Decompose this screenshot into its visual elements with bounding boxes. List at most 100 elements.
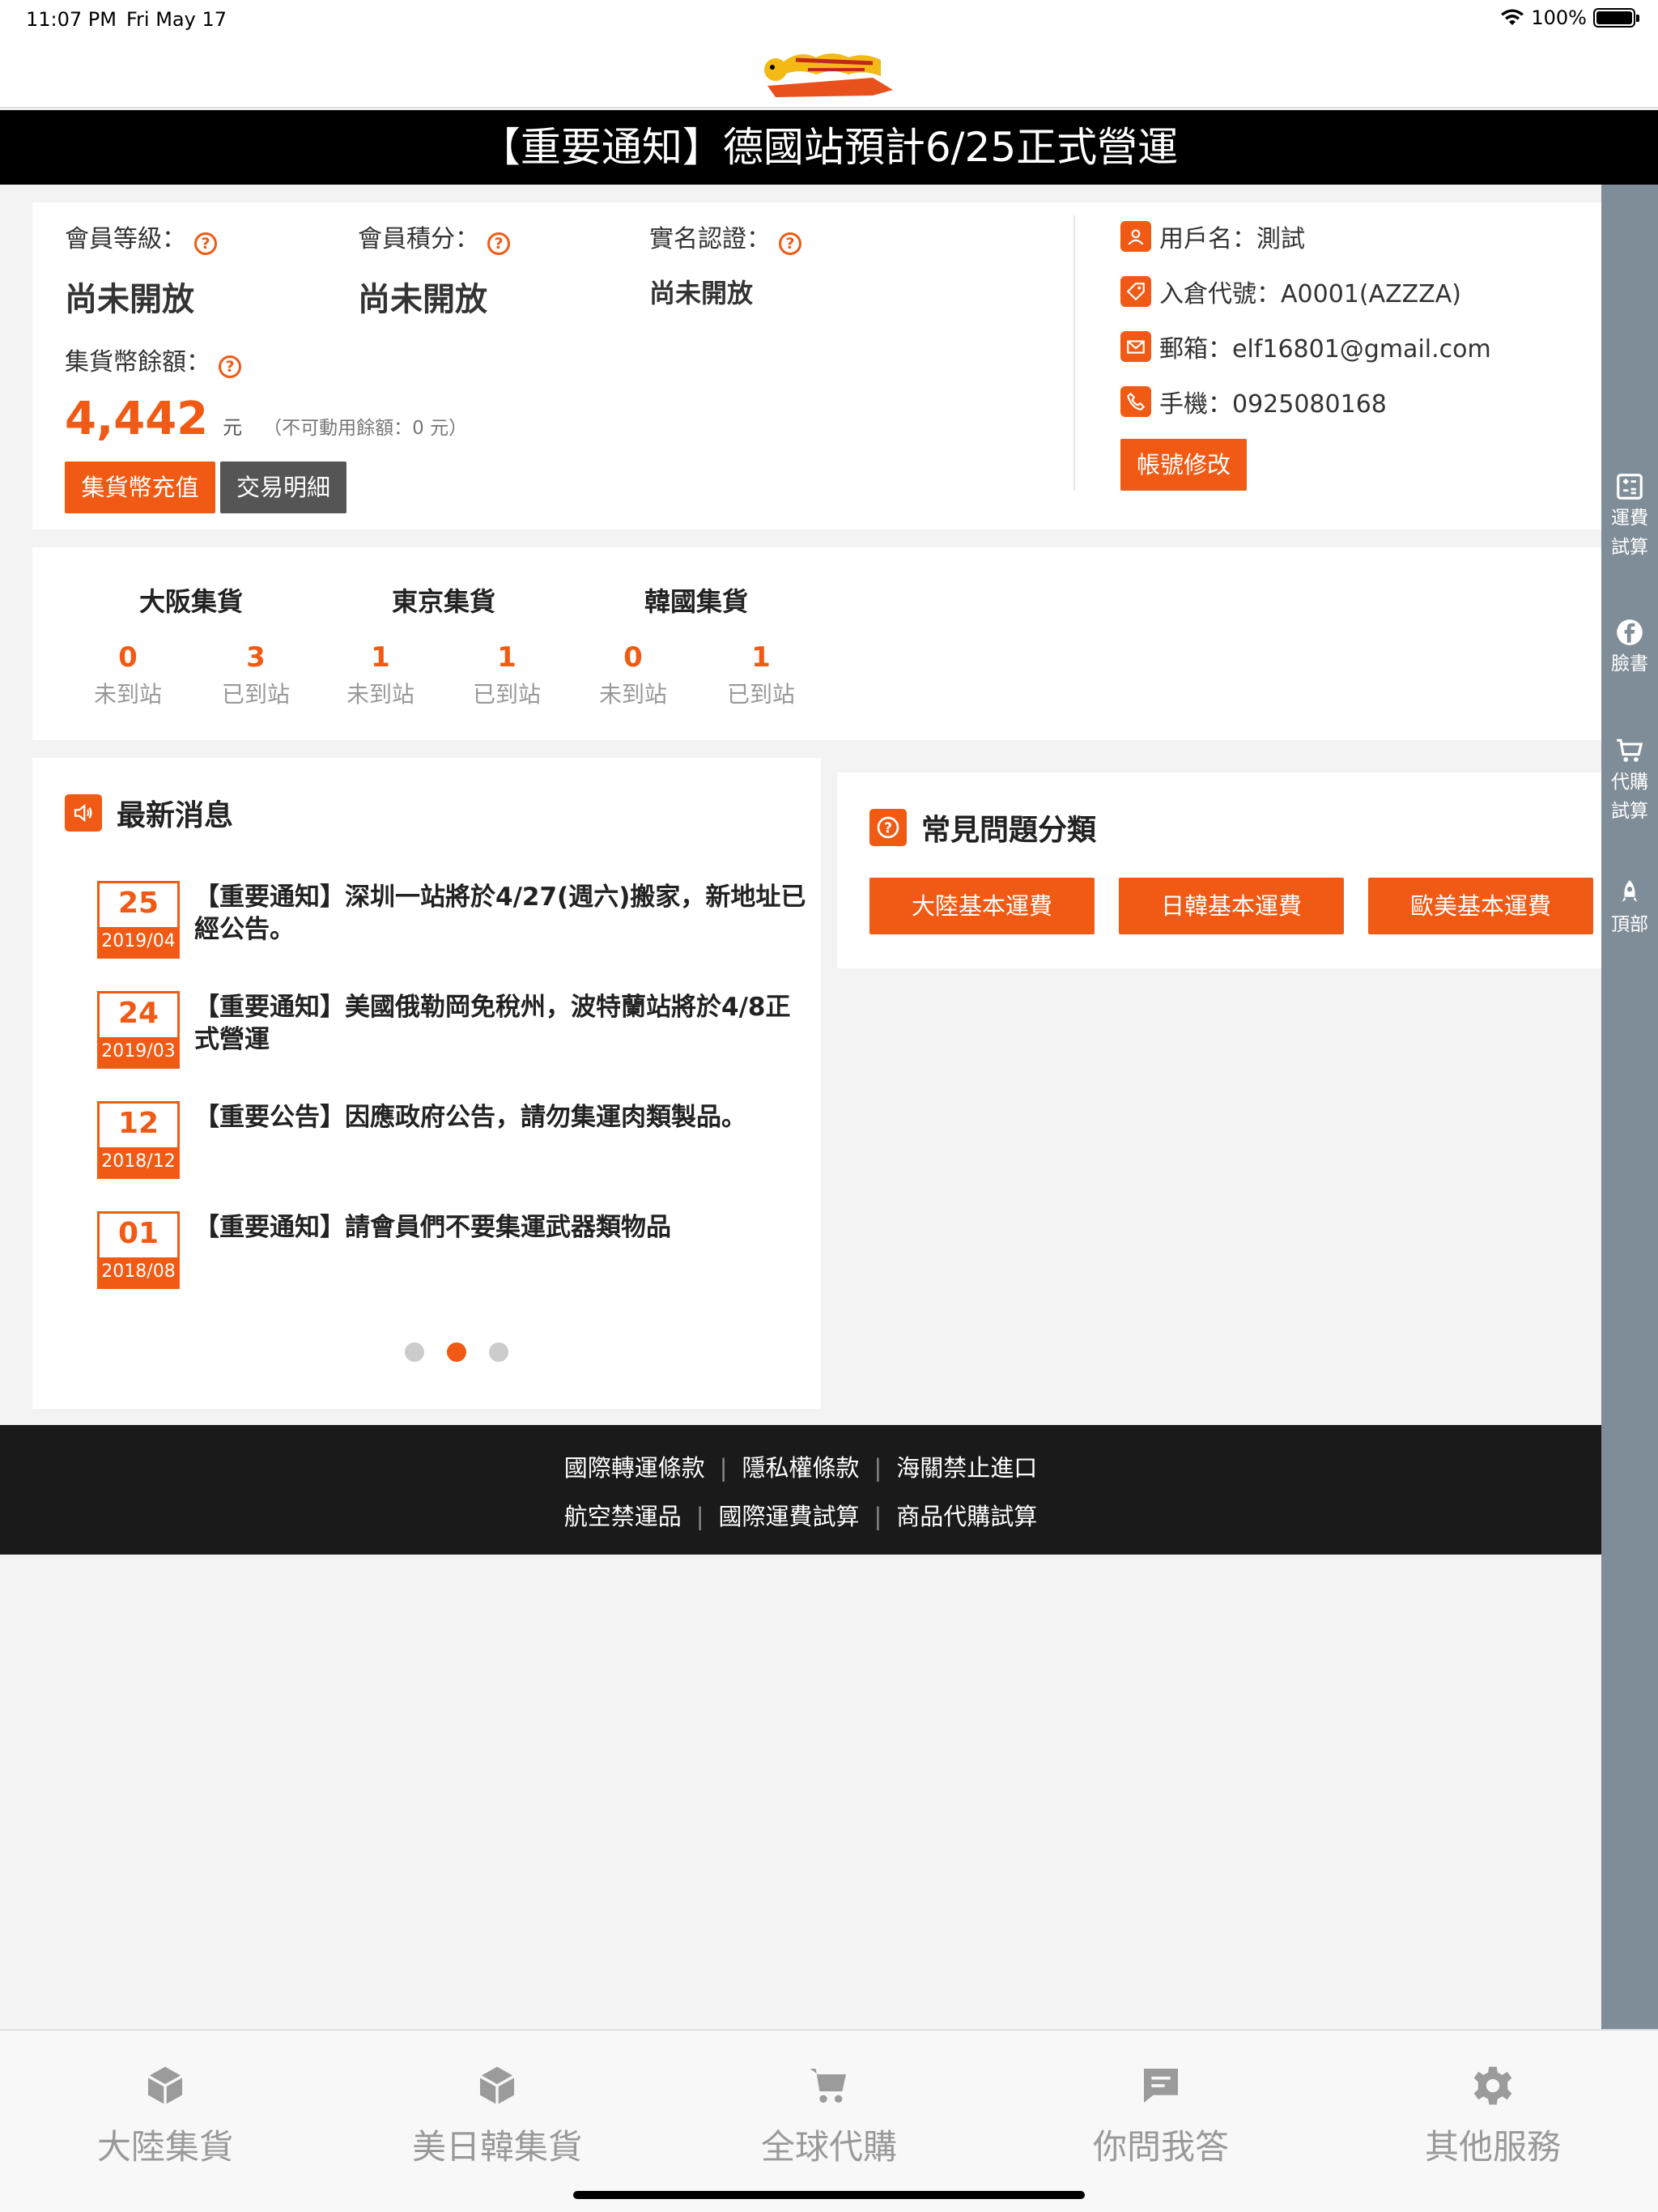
- phone-text: 手機：0925080168: [1159, 390, 1387, 419]
- news-text[interactable]: 【重要通知】深圳一站將於4/27(週六)搬家，新地址已經公告。: [194, 881, 810, 946]
- help-icon[interactable]: ?: [194, 232, 217, 255]
- speaker-icon: [65, 794, 102, 832]
- question-icon: ?: [869, 809, 907, 846]
- tab-qa[interactable]: 你問我答: [1039, 2063, 1282, 2169]
- status-date: Fri May 17: [126, 8, 227, 31]
- help-icon[interactable]: ?: [219, 355, 241, 378]
- news-panel: 最新消息 25 2019/04 【重要通知】深圳一站將於4/27(週六)搬家，新地…: [32, 758, 821, 1409]
- footer-link[interactable]: 國際運費試算: [718, 1503, 859, 1530]
- carousel-dot[interactable]: [489, 1342, 508, 1362]
- footer-link[interactable]: 海關禁止進口: [896, 1454, 1037, 1482]
- station-count[interactable]: 1: [712, 641, 810, 674]
- topup-button[interactable]: 集貨幣充值: [65, 462, 215, 513]
- brand-logo[interactable]: [751, 45, 905, 102]
- phone-row: 手機：0925080168: [1120, 384, 1387, 419]
- station-count[interactable]: 1: [458, 641, 555, 674]
- news-day: 12: [117, 1107, 159, 1140]
- news-ym: 2018/08: [100, 1257, 177, 1287]
- logo-bar: [0, 39, 1658, 108]
- tab-mainland-consolidation[interactable]: 大陸集貨: [44, 2063, 287, 2169]
- station-status-label: 已到站: [221, 681, 290, 708]
- calculator-icon: [1617, 474, 1643, 500]
- help-icon[interactable]: ?: [487, 232, 510, 255]
- battery-icon: [1593, 8, 1639, 28]
- footer: 國際轉運條款 | 隱私權條款 | 海關禁止進口 航空禁運品 | 國際運費試算 | 商品代購試算: [0, 1425, 1601, 1555]
- news-date: 25 2019/04: [97, 881, 180, 959]
- news-title-text: 最新消息: [117, 799, 234, 832]
- footer-link[interactable]: 航空禁運品: [564, 1503, 682, 1530]
- rail-item-top[interactable]: 頂部: [1601, 878, 1658, 939]
- rail-label: 試算: [1611, 801, 1648, 822]
- news-day: 24: [117, 997, 159, 1030]
- tab-label: 你問我答: [1092, 2127, 1229, 2167]
- cart-icon: [1617, 738, 1643, 762]
- gear-icon: [1473, 2066, 1512, 2105]
- footer-links-row-2: 航空禁運品 | 國際運費試算 | 商品代購試算: [563, 1503, 1038, 1530]
- station-status-label: 未到站: [598, 681, 667, 708]
- footer-link[interactable]: 隱私權條款: [742, 1454, 859, 1482]
- news-text[interactable]: 【重要通知】請會員們不要集運武器類物品: [194, 1211, 810, 1244]
- station-count[interactable]: 0: [79, 641, 176, 674]
- station-count[interactable]: 0: [585, 641, 682, 674]
- faq-title: ? 常見問題分類: [869, 806, 1096, 849]
- faq-button-europe-us[interactable]: 歐美基本運費: [1368, 878, 1593, 934]
- news-text[interactable]: 【重要公告】因應政府公告，請勿集運肉類製品。: [194, 1101, 810, 1134]
- news-day: 01: [117, 1217, 159, 1250]
- tab-label: 其他服務: [1424, 2127, 1561, 2167]
- news-title: 最新消息: [65, 792, 233, 834]
- station-status-label: 已到站: [472, 681, 541, 708]
- tab-us-jp-kr-consolidation[interactable]: 美日韓集貨: [376, 2063, 619, 2169]
- news-item[interactable]: 12 2018/12 【重要公告】因應政府公告，請勿集運肉類製品。: [97, 1101, 810, 1179]
- edit-account-button[interactable]: 帳號修改: [1120, 439, 1247, 491]
- station-status-label: 已到站: [726, 681, 795, 708]
- stations-panel: 大阪集貨 東京集貨 韓國集貨 0 3 1 1 0 1 未到站 已到站 未到站 已…: [32, 547, 1601, 740]
- tab-other-services[interactable]: 其他服務: [1371, 2063, 1614, 2169]
- station-count[interactable]: 3: [207, 641, 304, 674]
- member-verify-label: 實名認證：: [649, 225, 771, 253]
- rail-label: 代購: [1611, 772, 1648, 793]
- member-panel: 會員等級：? 尚未開放 會員積分：? 尚未開放 實名認證：? 尚未開放 集貨幣餘…: [32, 202, 1601, 530]
- news-item[interactable]: 01 2018/08 【重要通知】請會員們不要集運武器類物品: [97, 1211, 810, 1289]
- news-date: 12 2018/12: [97, 1101, 180, 1179]
- help-icon[interactable]: ?: [779, 232, 801, 255]
- rail-item-purchase-calc[interactable]: 代購 試算: [1601, 735, 1658, 826]
- balance-label: 集貨幣餘額：: [65, 348, 210, 376]
- wifi-icon: [1501, 9, 1524, 25]
- member-points-value: 尚未開放: [358, 280, 487, 318]
- rail-item-facebook[interactable]: 臉書: [1601, 617, 1658, 678]
- faq-button-japan-korea[interactable]: 日韓基本運費: [1119, 878, 1344, 934]
- mail-icon: [1120, 331, 1151, 362]
- tag-icon: [1120, 276, 1151, 307]
- rail-item-shipping-calc[interactable]: 運費 試算: [1601, 471, 1658, 562]
- divider: [1073, 215, 1075, 491]
- member-verify: 實名認證：? 尚未開放: [649, 219, 801, 310]
- carousel-dot-active[interactable]: [447, 1342, 466, 1362]
- faq-button-mainland[interactable]: 大陸基本運費: [869, 878, 1095, 934]
- footer-link[interactable]: 商品代購試算: [896, 1503, 1037, 1530]
- cart-icon: [810, 2069, 846, 2103]
- tab-label: 全球代購: [760, 2127, 897, 2167]
- tab-global-purchase[interactable]: 全球代購: [708, 2063, 950, 2169]
- carousel-dot[interactable]: [405, 1342, 424, 1362]
- notice-banner[interactable]: 【重要通知】德國站預計6/25正式營運: [0, 110, 1658, 185]
- news-text[interactable]: 【重要通知】美國俄勒岡免稅州，波特蘭站將於4/8正式營運: [194, 991, 810, 1056]
- member-verify-value: 尚未開放: [649, 277, 754, 308]
- member-level: 會員等級：? 尚未開放: [65, 219, 217, 320]
- news-item[interactable]: 25 2019/04 【重要通知】深圳一站將於4/27(週六)搬家，新地址已經公告…: [97, 881, 810, 959]
- transactions-button[interactable]: 交易明細: [220, 462, 346, 513]
- footer-link[interactable]: 國際轉運條款: [564, 1454, 705, 1482]
- news-date: 24 2019/03: [97, 991, 180, 1069]
- station-title: 韓國集貨: [644, 586, 748, 617]
- email-row: 郵箱：elf16801@gmail.com: [1120, 329, 1491, 364]
- email-text: 郵箱：elf16801@gmail.com: [1159, 335, 1491, 364]
- rail-label: 頂部: [1611, 914, 1648, 935]
- box-icon: [479, 2066, 515, 2105]
- news-item[interactable]: 24 2019/03 【重要通知】美國俄勒岡免稅州，波特蘭站將於4/8正式營運: [97, 991, 810, 1069]
- station-title: 大阪集貨: [138, 586, 243, 617]
- home-indicator[interactable]: [573, 2191, 1085, 2199]
- warehouse-row: 入倉代號：A0001(AZZZA): [1120, 274, 1461, 309]
- news-date: 01 2018/08: [97, 1211, 180, 1289]
- station-count[interactable]: 1: [332, 641, 429, 674]
- balance-value: 4,442: [65, 392, 209, 445]
- tab-label: 美日韓集貨: [411, 2127, 582, 2167]
